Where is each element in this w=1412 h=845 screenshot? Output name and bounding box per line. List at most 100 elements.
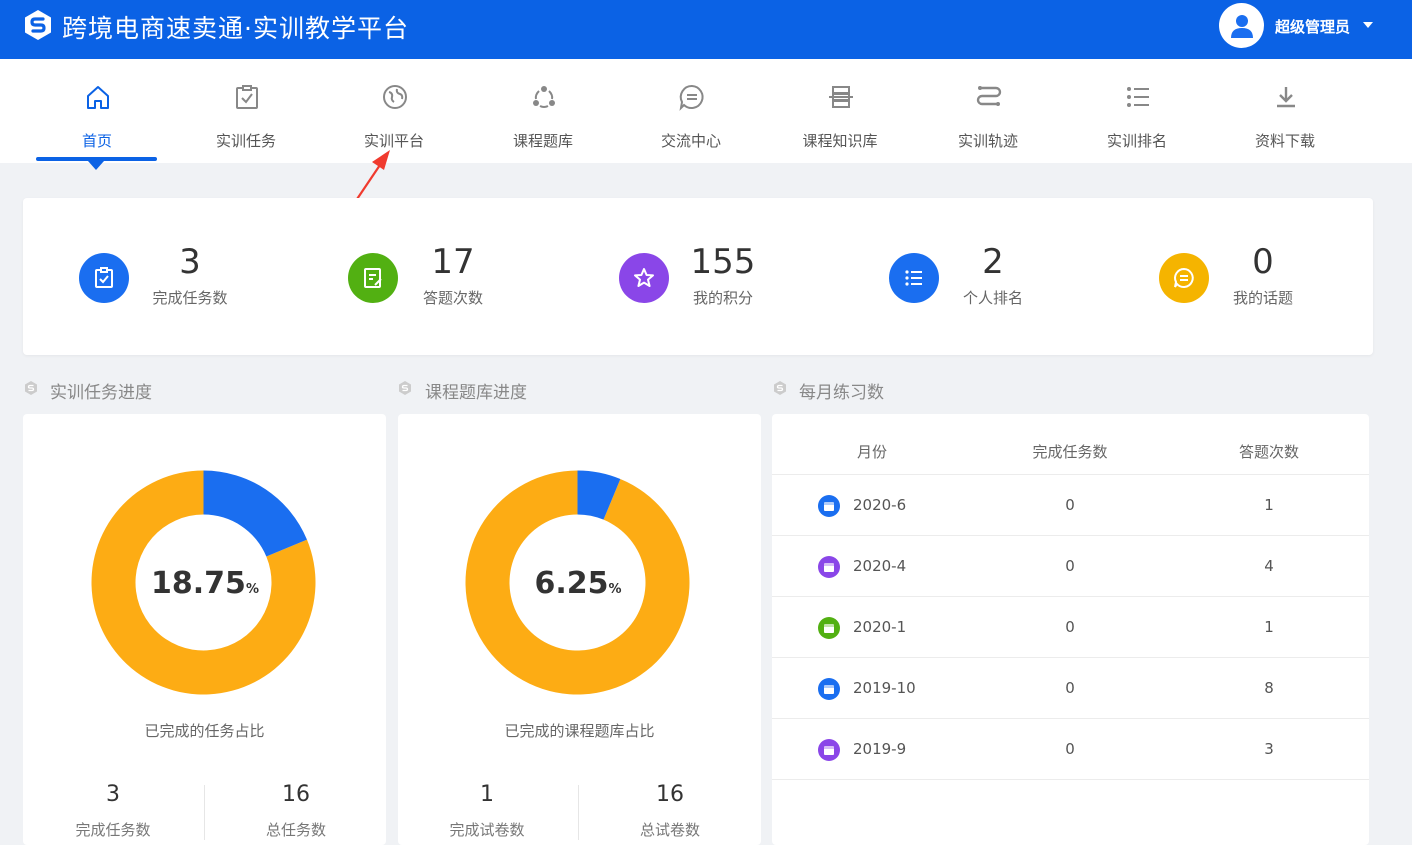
calendar-icon [818,556,840,578]
nav-label: 实训轨迹 [957,132,1018,150]
globe-icon [383,85,407,109]
nav-item-trajectory[interactable]: 实训轨迹 [928,59,1048,163]
cell-month: 2019-10 [853,679,916,697]
nav-label: 交流中心 [660,132,721,150]
section-title-task-progress: 实训任务进度 [50,383,152,403]
nav-label: 实训排名 [1106,132,1167,150]
nodes-icon [533,86,555,108]
stats-card: 3 完成任务数 17 答题次数 155 我的积分 2 个人排名 0 我的话题 [23,198,1373,355]
cell-tasks: 0 [1065,496,1075,514]
stat-icon-circle [348,253,398,303]
quiz-done-value: 1 [480,782,494,807]
stat-icon-circle [889,253,939,303]
table-row: 2019-9 0 3 [772,718,1369,779]
user-name[interactable]: 超级管理员 [1275,16,1350,37]
stat-value: 0 [1252,242,1274,282]
table-row: 2020-6 0 1 [772,474,1369,535]
task-percent-unit: % [245,582,259,597]
user-icon [1230,14,1253,38]
app-title: 跨境电商速卖通·实训教学平台 [62,14,409,43]
nav-label: 课程知识库 [802,132,878,150]
nav-label: 首页 [81,132,112,150]
chat-icon [1174,267,1194,288]
database-icon [829,86,853,108]
calendar-icon [818,739,840,761]
stat-value: 155 [690,242,756,282]
stat-icon-circle [619,253,669,303]
calendar-icon [818,617,840,639]
stat-label: 答题次数 [422,289,483,307]
cell-answers: 3 [1264,740,1274,758]
task-total-value: 16 [282,782,310,807]
cell-month: 2019-9 [853,740,907,758]
divider [204,785,205,840]
route-icon [976,86,1002,106]
cell-answers: 4 [1264,557,1274,575]
table-header-tasks: 完成任务数 [1032,443,1108,461]
task-done-value: 3 [106,782,120,807]
list-icon [905,270,922,286]
stat-label: 个人排名 [962,289,1023,307]
nav-item-ranking[interactable]: 实训排名 [1077,59,1197,163]
task-percent-value: 18.75 [151,566,246,601]
cell-answers: 1 [1264,618,1274,636]
stat-label: 完成任务数 [152,289,228,307]
nav-active-pointer [88,161,104,170]
chevron-down-icon[interactable] [1363,22,1373,28]
quiz-donut-caption: 已完成的课程题库占比 [504,722,655,740]
list-icon [1127,87,1149,107]
avatar[interactable] [1219,3,1264,48]
quiz-percent-unit: % [608,582,622,597]
cell-tasks: 0 [1065,740,1075,758]
cell-month: 2020-1 [853,618,907,636]
section-title-quiz-progress: 课程题库进度 [425,383,527,403]
stat-icon-circle [79,253,129,303]
table-row: 2019-10 0 8 [772,657,1369,718]
table-header-month: 月份 [856,443,887,461]
table-bottom-border [772,779,1369,780]
cell-tasks: 0 [1065,679,1075,697]
nav-item-tasks[interactable]: 实训任务 [186,59,306,163]
nav-item-home[interactable]: 首页 [37,59,157,163]
nav-item-question-bank[interactable]: 课程题库 [483,59,603,163]
logo-icon [25,10,51,40]
section-logo-icon [774,381,786,395]
download-icon [1277,87,1295,108]
clipboard-check-icon [236,85,258,109]
task-percent: 18.75% [130,566,280,601]
stat-value: 3 [179,242,201,282]
cell-answers: 8 [1264,679,1274,697]
home-icon [87,86,109,109]
table-header-answers: 答题次数 [1238,443,1299,461]
task-done-label: 完成任务数 [75,821,151,839]
nav-label: 实训任务 [215,132,276,150]
main-nav: 首页 实训任务 实训平台 课程题库 交流中心 课程知识库 实训轨迹 实训排名 资… [0,59,1412,163]
divider [578,785,579,840]
cell-tasks: 0 [1065,618,1075,636]
nav-item-knowledge-base[interactable]: 课程知识库 [780,59,900,163]
quiz-percent: 6.25% [503,566,653,601]
edit-note-icon [364,268,382,288]
cell-answers: 1 [1264,496,1274,514]
section-logo-icon [25,381,37,395]
stat-label: 我的话题 [1232,289,1293,307]
table-row: 2020-4 0 4 [772,535,1369,596]
nav-item-downloads[interactable]: 资料下载 [1225,59,1345,163]
clipboard-check-icon [95,267,113,288]
nav-label: 资料下载 [1254,132,1315,150]
section-logo-icon [399,381,411,395]
calendar-icon [818,678,840,700]
table-row: 2020-1 0 1 [772,596,1369,657]
top-bar: 跨境电商速卖通·实训教学平台 超级管理员 [0,0,1412,59]
quiz-percent-value: 6.25 [534,566,609,601]
stat-icon-circle [1159,253,1209,303]
stat-value: 2 [982,242,1004,282]
section-title-monthly: 每月练习数 [799,383,884,403]
stat-value: 17 [431,242,475,282]
cell-month: 2020-6 [853,496,907,514]
nav-item-community[interactable]: 交流中心 [631,59,751,163]
quiz-done-label: 完成试卷数 [449,821,525,839]
task-total-label: 总任务数 [265,821,326,839]
cell-tasks: 0 [1065,557,1075,575]
cell-month: 2020-4 [853,557,907,575]
